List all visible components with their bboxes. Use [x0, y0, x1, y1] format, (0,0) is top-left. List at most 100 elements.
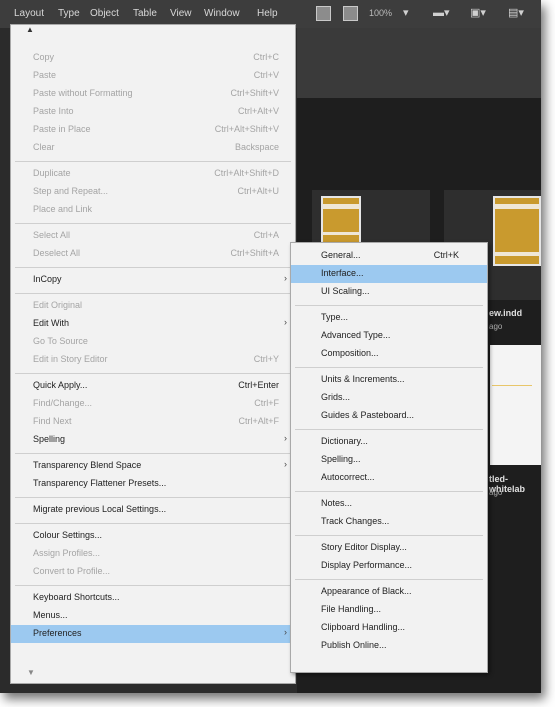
- menu-item-label: Assign Profiles...: [33, 548, 101, 558]
- menu-item-convert-to-profile[interactable]: Convert to Profile...: [11, 563, 295, 581]
- preferences-submenu: General... Ctrl+K Interface... UI Scaling…: [290, 242, 488, 673]
- menu-item-quick-apply[interactable]: Quick Apply... Ctrl+Enter: [11, 377, 295, 395]
- menu-item-transparency-flattener-presets[interactable]: Transparency Flattener Presets...: [11, 475, 295, 493]
- pref-item-track-changes[interactable]: Track Changes...: [291, 513, 487, 531]
- arrange-documents-icon[interactable]: ▤▾: [508, 6, 524, 19]
- menu-item-edit-original[interactable]: Edit Original: [11, 297, 295, 315]
- menu-separator: [15, 523, 291, 524]
- pref-item-general[interactable]: General... Ctrl+K: [291, 247, 487, 265]
- zoom-level[interactable]: 100%: [369, 8, 392, 18]
- pref-item-story-editor-display[interactable]: Story Editor Display...: [291, 539, 487, 557]
- menu-item-find-next[interactable]: Find Next Ctrl+Alt+F: [11, 413, 295, 431]
- menu-item-shortcut: Ctrl+Shift+V: [230, 88, 279, 98]
- menu-item-incopy[interactable]: InCopy ›: [11, 271, 295, 289]
- menu-item-edit-in-story-editor[interactable]: Edit in Story Editor Ctrl+Y: [11, 351, 295, 369]
- chevron-down-icon[interactable]: ▾: [403, 6, 409, 19]
- menu-item-menus[interactable]: Menus...: [11, 607, 295, 625]
- menu-item-find-change[interactable]: Find/Change... Ctrl+F: [11, 395, 295, 413]
- control-panel: [297, 28, 541, 98]
- recent-file-date: ago: [489, 488, 503, 497]
- scroll-down-icon[interactable]: ▼: [27, 668, 35, 677]
- view-options-icon[interactable]: ▬▾: [433, 6, 450, 19]
- pref-item-display-performance[interactable]: Display Performance...: [291, 557, 487, 575]
- menu-help[interactable]: Help: [257, 8, 278, 19]
- pref-item-guides-pasteboard[interactable]: Guides & Pasteboard...: [291, 407, 487, 425]
- menu-item-select-all[interactable]: Select All Ctrl+A: [11, 227, 295, 245]
- menu-window[interactable]: Window: [204, 8, 240, 19]
- menu-item-label: Appearance of Black...: [321, 586, 412, 596]
- menu-separator: [15, 453, 291, 454]
- pref-item-autocorrect[interactable]: Autocorrect...: [291, 469, 487, 487]
- bridge-icon[interactable]: [316, 6, 331, 21]
- menu-item-spelling[interactable]: Spelling ›: [11, 431, 295, 449]
- menu-item-label: Publish Online...: [321, 640, 387, 650]
- menu-item-label: Step and Repeat...: [33, 186, 109, 196]
- menu-item-edit-with[interactable]: Edit With ›: [11, 315, 295, 333]
- menu-item-duplicate[interactable]: Duplicate Ctrl+Alt+Shift+D: [11, 165, 295, 183]
- recent-file-date: ago: [489, 322, 503, 331]
- menu-item-label: InCopy: [33, 274, 62, 284]
- menu-item-keyboard-shortcuts[interactable]: Keyboard Shortcuts...: [11, 589, 295, 607]
- menu-item-place-and-link[interactable]: Place and Link: [11, 201, 295, 219]
- menu-item-label: Spelling: [33, 434, 66, 444]
- menu-item-label: General...: [321, 250, 361, 260]
- stock-icon[interactable]: [343, 6, 358, 21]
- menu-table[interactable]: Table: [133, 8, 157, 19]
- menu-separator: [295, 305, 483, 306]
- pref-item-advanced-type[interactable]: Advanced Type...: [291, 327, 487, 345]
- menu-item-deselect-all[interactable]: Deselect All Ctrl+Shift+A: [11, 245, 295, 263]
- app-window: Layout Type Object Table View Window Hel…: [0, 0, 541, 693]
- pref-item-units-increments[interactable]: Units & Increments...: [291, 371, 487, 389]
- menu-separator: [295, 535, 483, 536]
- menu-separator: [15, 161, 291, 162]
- menu-item-shortcut: Ctrl+Alt+V: [237, 106, 279, 116]
- menu-item-shortcut: Ctrl+Shift+A: [230, 248, 279, 258]
- pref-item-notes[interactable]: Notes...: [291, 495, 487, 513]
- menu-type[interactable]: Type: [58, 8, 80, 19]
- pref-item-composition[interactable]: Composition...: [291, 345, 487, 363]
- menu-item-colour-settings[interactable]: Colour Settings...: [11, 527, 295, 545]
- menu-item-clear[interactable]: Clear Backspace: [11, 139, 295, 157]
- menu-item-label: Find/Change...: [33, 398, 93, 408]
- menu-item-migrate-local-settings[interactable]: Migrate previous Local Settings...: [11, 501, 295, 519]
- menu-item-shortcut: Ctrl+Alt+Shift+V: [214, 124, 279, 134]
- pref-item-dictionary[interactable]: Dictionary...: [291, 433, 487, 451]
- menu-item-paste-into[interactable]: Paste Into Ctrl+Alt+V: [11, 103, 295, 121]
- pref-item-file-handling[interactable]: File Handling...: [291, 601, 487, 619]
- pref-item-type[interactable]: Type...: [291, 309, 487, 327]
- menu-separator: [15, 293, 291, 294]
- pref-item-clipboard-handling[interactable]: Clipboard Handling...: [291, 619, 487, 637]
- pref-item-publish-online[interactable]: Publish Online...: [291, 637, 487, 655]
- menu-view[interactable]: View: [170, 8, 192, 19]
- menu-item-step-and-repeat[interactable]: Step and Repeat... Ctrl+Alt+U: [11, 183, 295, 201]
- menu-item-shortcut: Ctrl+A: [253, 230, 279, 240]
- pref-item-grids[interactable]: Grids...: [291, 389, 487, 407]
- menu-item-shortcut: Backspace: [234, 142, 279, 152]
- menu-item-paste[interactable]: Paste Ctrl+V: [11, 67, 295, 85]
- document-preview[interactable]: [490, 345, 541, 465]
- menu-layout[interactable]: Layout: [14, 8, 44, 19]
- chevron-right-icon: ›: [284, 433, 287, 443]
- menu-item-assign-profiles[interactable]: Assign Profiles...: [11, 545, 295, 563]
- menu-item-paste-without-formatting[interactable]: Paste without Formatting Ctrl+Shift+V: [11, 85, 295, 103]
- pref-item-interface[interactable]: Interface...: [291, 265, 487, 283]
- pref-item-appearance-of-black[interactable]: Appearance of Black...: [291, 583, 487, 601]
- menu-item-paste-in-place[interactable]: Paste in Place Ctrl+Alt+Shift+V: [11, 121, 295, 139]
- screen-mode-icon[interactable]: ▣▾: [470, 6, 486, 19]
- menu-item-go-to-source[interactable]: Go To Source: [11, 333, 295, 351]
- document-thumbnail[interactable]: [493, 196, 541, 266]
- menu-item-copy[interactable]: Copy Ctrl+C: [11, 49, 295, 67]
- menu-item-label: Interface...: [321, 268, 364, 278]
- menu-item-transparency-blend-space[interactable]: Transparency Blend Space ›: [11, 457, 295, 475]
- menu-item-label: Spelling...: [321, 454, 361, 464]
- menu-item-label: Dictionary...: [321, 436, 368, 446]
- menu-item-label: Place and Link: [33, 204, 93, 214]
- menu-item-label: Track Changes...: [321, 516, 390, 526]
- scroll-up-icon[interactable]: ▲: [26, 25, 34, 34]
- menu-item-preferences[interactable]: Preferences ›: [11, 625, 295, 643]
- recent-file-title[interactable]: ew.indd: [489, 308, 522, 318]
- menu-object[interactable]: Object: [90, 8, 119, 19]
- menu-item-label: Paste in Place: [33, 124, 91, 134]
- pref-item-ui-scaling[interactable]: UI Scaling...: [291, 283, 487, 301]
- pref-item-spelling[interactable]: Spelling...: [291, 451, 487, 469]
